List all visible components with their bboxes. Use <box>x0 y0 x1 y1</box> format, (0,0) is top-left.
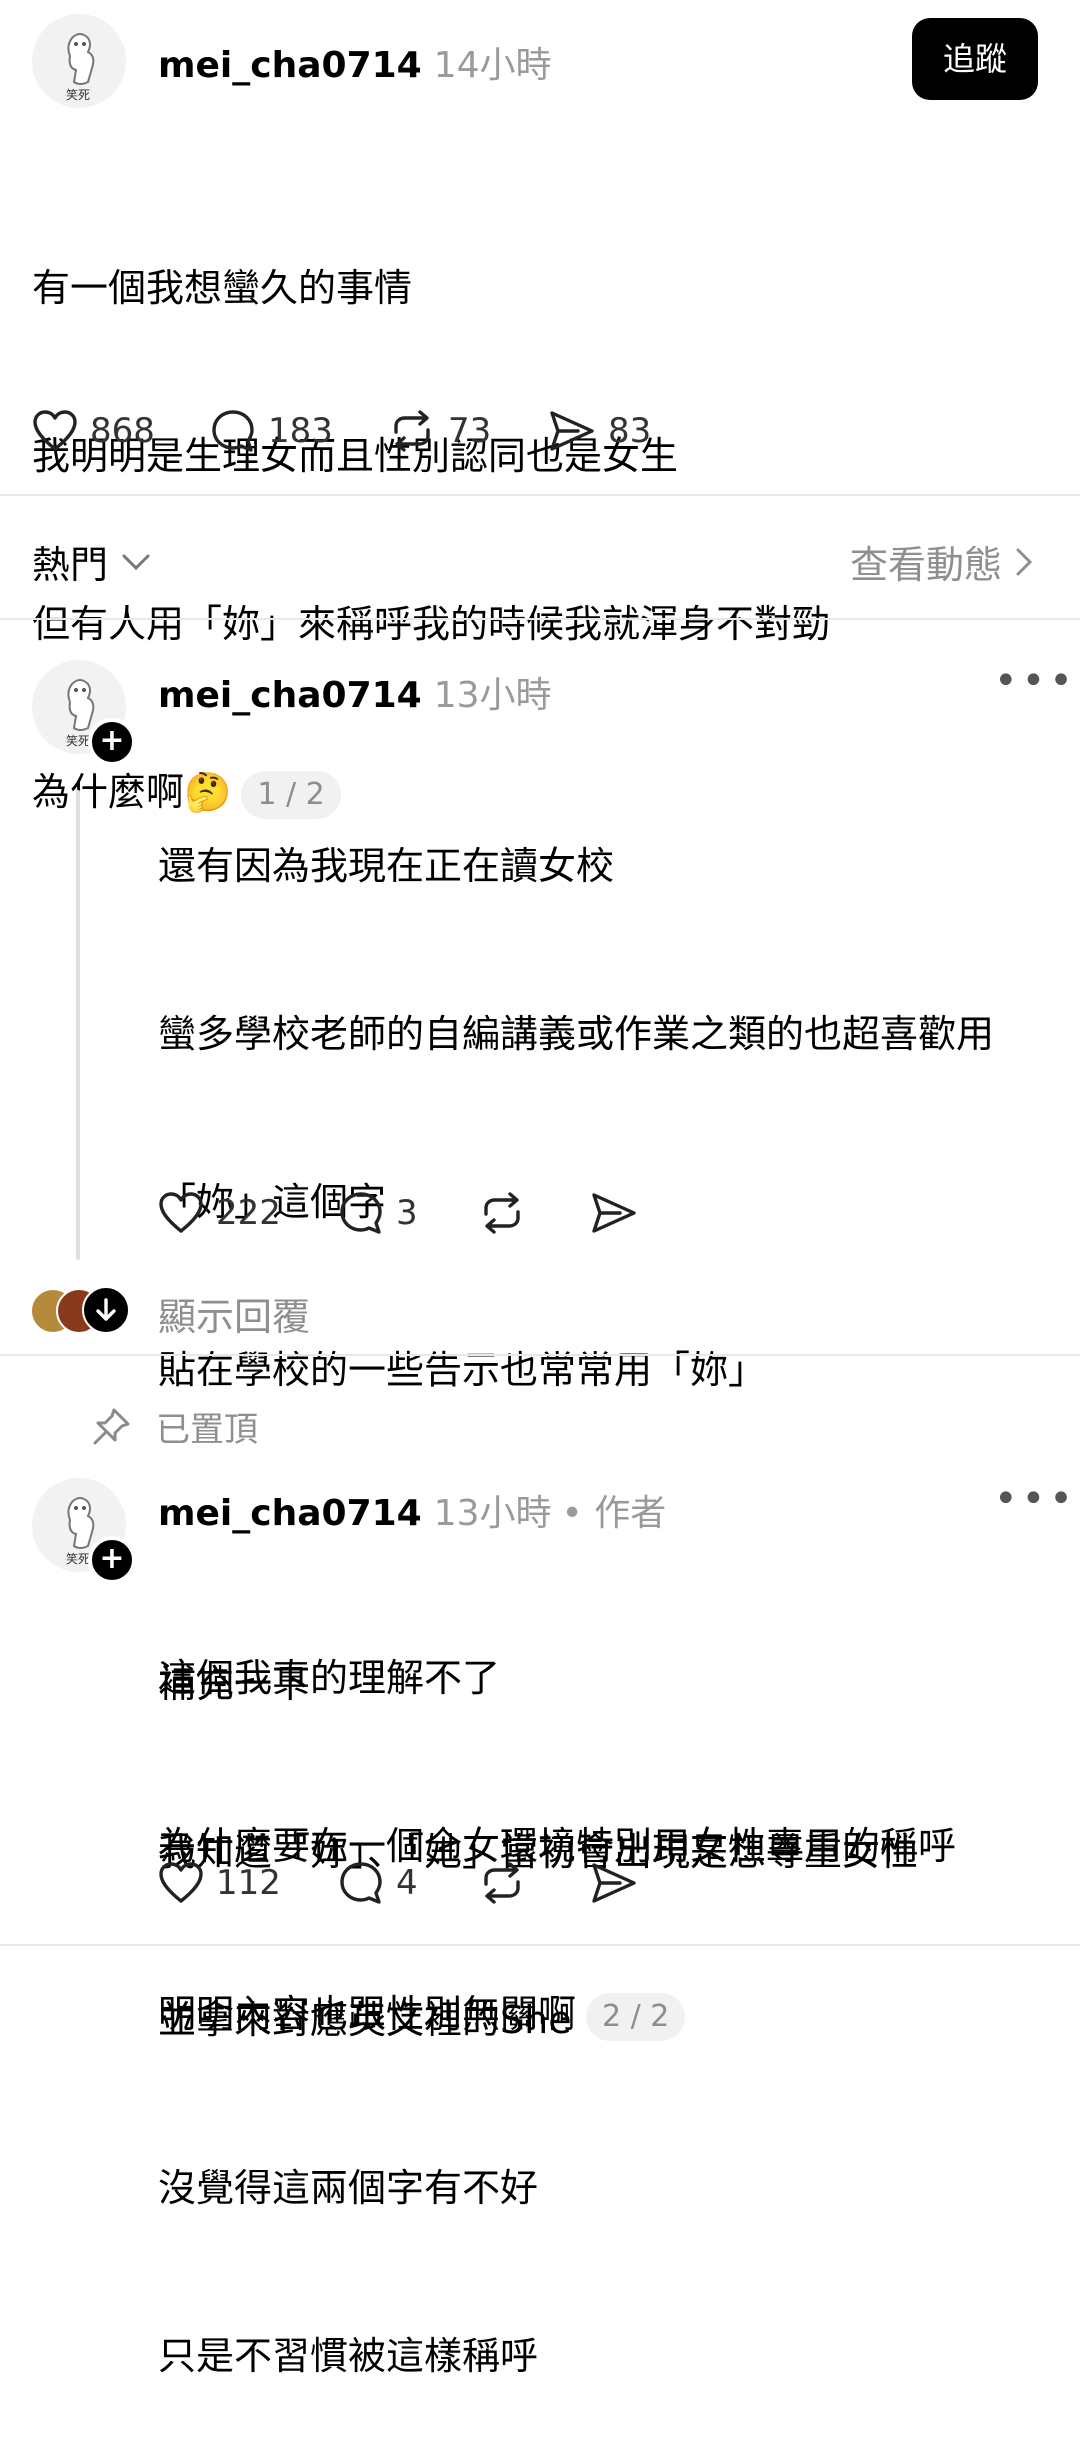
reply-actions: 112 4 <box>158 1860 650 1906</box>
post-line: 有一個我想蠻久的事情 <box>32 266 413 310</box>
reply-body: 補充一下 我知道「妳」、「她」當初會出現是想尊重女性 並拿來對應英文裡的She … <box>158 1544 918 2440</box>
sort-dropdown[interactable]: 熱門 <box>32 534 154 589</box>
sort-label: 熱門 <box>32 543 109 587</box>
reply-line: 沒覺得這兩個字有不好 <box>158 2166 539 2210</box>
follow-plus-icon[interactable]: + <box>88 718 136 766</box>
reply-line: 只是不習慣被這樣稱呼 <box>158 2334 539 2378</box>
reply-actions: 222 3 <box>158 1190 650 1236</box>
more-options-icon[interactable]: ••• <box>994 1476 1077 1522</box>
timestamp: 13小時 <box>433 1493 552 1534</box>
comment-icon <box>340 1192 382 1234</box>
repost-button[interactable] <box>478 1190 590 1236</box>
repost-button[interactable] <box>478 1860 590 1906</box>
avatar[interactable]: 笑死 + <box>32 660 136 766</box>
avatar-caption: 笑死 <box>66 88 91 102</box>
username[interactable]: mei_cha0714 <box>158 1493 422 1534</box>
chevron-down-icon <box>122 554 150 570</box>
timestamp: 13小時 <box>433 675 552 716</box>
like-count: 222 <box>216 1193 281 1233</box>
send-icon <box>592 1863 636 1903</box>
like-button[interactable]: 112 <box>158 1860 338 1906</box>
pin-icon <box>93 1408 130 1444</box>
pinned-label: 已置頂 <box>156 1410 258 1450</box>
username[interactable]: mei_cha0714 <box>158 675 422 716</box>
post-line: 但有人用「妳」來稱呼我的時候我就渾身不對勁 <box>32 602 831 646</box>
thread-line <box>76 790 80 1260</box>
share-button[interactable]: 83 <box>548 408 651 454</box>
comment-count: 4 <box>396 1863 418 1903</box>
heart-icon <box>33 410 77 451</box>
share-button[interactable] <box>590 1190 650 1236</box>
share-count: 83 <box>608 411 652 451</box>
reply-header: mei_cha0714 13小時 • 作者 <box>158 1484 666 1536</box>
divider <box>0 1944 1080 1946</box>
reply-avatars[interactable] <box>30 1286 130 1334</box>
avatar-caption: 笑死 <box>66 734 91 748</box>
reply-header: mei_cha0714 13小時 <box>158 666 552 718</box>
heart-icon <box>159 1862 203 1903</box>
comment-icon <box>340 1862 382 1904</box>
comment-button[interactable]: 4 <box>338 1860 478 1906</box>
heart-icon <box>159 1192 203 1233</box>
like-button[interactable]: 868 <box>32 408 210 454</box>
comment-count: 183 <box>268 411 333 451</box>
repost-icon <box>484 1192 520 1234</box>
timestamp: 14小時 <box>433 45 552 86</box>
comment-button[interactable]: 3 <box>338 1190 478 1236</box>
reply-line: 並拿來對應英文裡的She <box>158 1998 572 2042</box>
view-activity-label: 查看動態 <box>849 543 1002 587</box>
like-count: 112 <box>216 1863 281 1903</box>
comment-button[interactable]: 183 <box>210 408 388 454</box>
avatar-caption: 笑死 <box>66 1552 91 1566</box>
down-arrow-icon <box>82 1286 130 1334</box>
repost-button[interactable]: 73 <box>388 408 548 454</box>
author-tag: • 作者 <box>561 1493 667 1534</box>
share-button[interactable] <box>590 1860 650 1906</box>
like-count: 868 <box>90 411 155 451</box>
reply-line: 貼在學校的一些告示也常常用「妳」 <box>158 1348 767 1392</box>
divider <box>0 1354 1080 1356</box>
repost-icon <box>484 1862 520 1904</box>
show-replies-link[interactable]: 顯示回覆 <box>158 1286 310 1341</box>
follow-button[interactable]: 追蹤 <box>912 18 1038 100</box>
avatar[interactable]: 笑死 + <box>32 1478 136 1584</box>
send-icon <box>592 1193 636 1233</box>
view-activity-link[interactable]: 查看動態 <box>850 534 1038 589</box>
send-icon <box>550 411 594 451</box>
pinned-indicator: 已置頂 <box>90 1402 258 1451</box>
repost-count: 73 <box>448 411 492 451</box>
reply-line: 蠻多學校老師的自編講義或作業之類的也超喜歡用 <box>158 1012 995 1056</box>
more-options-icon[interactable]: ••• <box>994 658 1077 704</box>
avatar[interactable]: 笑死 <box>32 14 126 108</box>
post-header: mei_cha0714 14小時 <box>158 36 552 88</box>
username[interactable]: mei_cha0714 <box>158 45 422 86</box>
repost-icon <box>394 410 430 452</box>
reply-line: 還有因為我現在正在讀女校 <box>158 844 615 888</box>
divider <box>0 494 1080 496</box>
follow-plus-icon[interactable]: + <box>88 1536 136 1584</box>
divider <box>0 618 1080 620</box>
like-button[interactable]: 222 <box>158 1190 338 1236</box>
reply-line: 補充一下 <box>158 1662 311 1706</box>
comment-count: 3 <box>396 1193 418 1233</box>
chevron-right-icon <box>1016 548 1033 575</box>
comment-icon <box>212 410 254 452</box>
post-actions: 868 183 73 83 <box>32 408 651 454</box>
